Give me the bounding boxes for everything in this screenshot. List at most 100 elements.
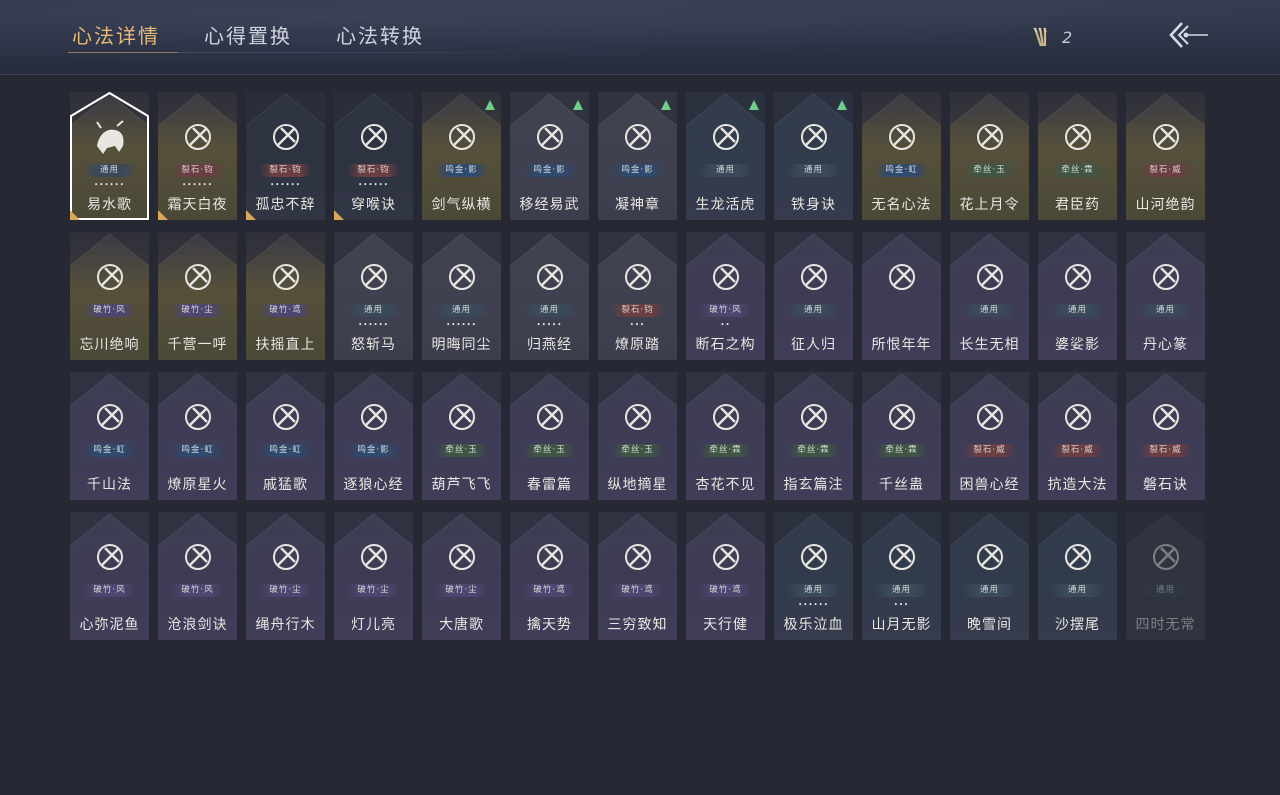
school-badge: 破竹·尘 — [171, 304, 224, 317]
xinfa-card[interactable]: 裂石·威 抗造大法 — [1038, 372, 1117, 500]
school-badge: 牵丝·玉 — [611, 444, 664, 457]
school-badge: 破竹·风 — [83, 584, 136, 597]
school-badge: 牵丝·霖 — [787, 444, 840, 457]
school-badge: 破竹·鸢 — [259, 304, 312, 317]
school-badge: 通用 — [787, 164, 840, 177]
xinfa-card[interactable]: 破竹·鸢 扶摇直上 — [246, 232, 325, 360]
swallow-icon — [537, 264, 563, 290]
card-name: 孤忠不辞 — [255, 197, 316, 213]
xinfa-card[interactable]: 破竹·鸢 三穷致知 — [598, 512, 677, 640]
card-name: 沧浪剑诀 — [167, 617, 228, 633]
card-name: 凝神章 — [615, 197, 660, 213]
xinfa-card[interactable]: 裂石·钧 •••••• 霜天白夜 — [158, 92, 237, 220]
school-badge: 通用 — [435, 304, 488, 317]
rank-dots: ••• — [629, 321, 646, 329]
xinfa-card[interactable]: 通用 征人归 — [774, 232, 853, 360]
xinfa-card[interactable]: 裂石·钧 ••• 燎原踏 — [598, 232, 677, 360]
lock-seal-icon — [1153, 544, 1179, 570]
xinfa-card[interactable]: 牵丝·霖 指玄篇注 — [774, 372, 853, 500]
school-badge: 牵丝·霖 — [1051, 164, 1104, 177]
xinfa-card[interactable]: 通用 •••••• 易水歌 — [70, 92, 149, 220]
xinfa-card[interactable]: 裂石·威 山河绝韵 — [1126, 92, 1205, 220]
rank-dots: •••••• — [358, 321, 389, 329]
xinfa-card[interactable]: 通用 •••••• 明晦同尘 — [422, 232, 501, 360]
xinfa-card-grid: 通用 •••••• 易水歌 裂石·钧 •••••• 霜天白夜 裂石·钧 •••••• 孤忠不… — [70, 92, 1205, 640]
school-badge: 鸣金·虹 — [875, 164, 928, 177]
school-badge: 破竹·尘 — [259, 584, 312, 597]
school-badge: 裂石·钧 — [347, 164, 400, 177]
xinfa-card[interactable]: 裂石·威 磐石诀 — [1126, 372, 1205, 500]
xinfa-card[interactable]: 鸣金·虹 燎原星火 — [158, 372, 237, 500]
card-name: 明晦同尘 — [431, 337, 492, 353]
mask-icon — [97, 264, 123, 290]
upgrade-available-icon — [573, 100, 583, 110]
xinfa-card[interactable]: 鸣金·影 剑气纵横 — [422, 92, 501, 220]
xinfa-card[interactable]: 通用 婆娑影 — [1038, 232, 1117, 360]
xinfa-card[interactable]: 牵丝·霖 杏花不见 — [686, 372, 765, 500]
blade-icon — [361, 264, 387, 290]
armor-icon — [537, 124, 563, 150]
swirl-sword-icon — [449, 124, 475, 150]
xinfa-card[interactable]: 通用 铁身诀 — [774, 92, 853, 220]
xinfa-card[interactable]: 破竹·尘绳舟行木 — [246, 512, 325, 640]
xinfa-card[interactable]: 裂石·钧 •••••• 孤忠不辞 — [246, 92, 325, 220]
xinfa-card[interactable]: 破竹·鸢 擒天势 — [510, 512, 589, 640]
xinfa-card[interactable]: 破竹·鸢 天行健 — [686, 512, 765, 640]
statue-icon — [977, 264, 1003, 290]
xinfa-card[interactable]: 破竹·尘 千营一呼 — [158, 232, 237, 360]
card-name: 忘川绝响 — [79, 337, 140, 353]
xinfa-card[interactable]: 通用 晚雪间 — [950, 512, 1029, 640]
card-name: 绳舟行木 — [255, 617, 316, 633]
blossom-icon — [713, 404, 739, 430]
xinfa-card[interactable]: 通用 四时无常 — [1126, 512, 1205, 640]
card-name: 霜天白夜 — [167, 197, 228, 213]
school-badge: 破竹·风 — [171, 584, 224, 597]
back-button[interactable] — [1166, 20, 1210, 50]
card-name: 杏花不见 — [695, 477, 756, 493]
bell-icon — [1065, 404, 1091, 430]
card-name: 燎原星火 — [167, 477, 228, 493]
rank-dots: •••••• — [798, 601, 829, 609]
xinfa-card[interactable]: 牵丝·玉 春雷篇 — [510, 372, 589, 500]
xinfa-card[interactable]: 鸣金·虹 戚猛歌 — [246, 372, 325, 500]
xinfa-card[interactable]: 通用 •••••• 极乐泣血 — [774, 512, 853, 640]
xinfa-card[interactable]: 通用 ••• 山月无影 — [862, 512, 941, 640]
school-badge: 鸣金·虹 — [83, 444, 136, 457]
xinfa-card[interactable]: 破竹·风 •• 断石之构 — [686, 232, 765, 360]
xinfa-card[interactable]: 通用 •••••• 怒斩马 — [334, 232, 413, 360]
school-badge: 通用 — [1139, 304, 1192, 317]
star-figure-icon — [625, 404, 651, 430]
xinfa-card[interactable]: 破竹·风 忘川绝响 — [70, 232, 149, 360]
slash-icon — [801, 544, 827, 570]
corner-mark-icon — [70, 210, 80, 220]
claw-slash-icon — [889, 544, 915, 570]
xinfa-card[interactable]: 鸣金·影 凝神章 — [598, 92, 677, 220]
xinfa-card[interactable]: 鸣金·虹 千山法 — [70, 372, 149, 500]
xinfa-card[interactable]: 牵丝·霖 千丝蛊 — [862, 372, 941, 500]
xinfa-card[interactable]: 破竹·尘 灯儿亮 — [334, 512, 413, 640]
upgrade-available-icon — [485, 100, 495, 110]
xinfa-card[interactable]: 鸣金·影 逐狼心经 — [334, 372, 413, 500]
xinfa-card[interactable]: 鸣金·影 移经易武 — [510, 92, 589, 220]
xinfa-card[interactable]: 破竹·风 心弥泥鱼 — [70, 512, 149, 640]
xinfa-card[interactable]: 通用 丹心篆 — [1126, 232, 1205, 360]
xinfa-card[interactable]: 牵丝·霖 君臣药 — [1038, 92, 1117, 220]
xinfa-card[interactable]: 通用 生龙活虎 — [686, 92, 765, 220]
xinfa-card[interactable]: 所恨年年 — [862, 232, 941, 360]
xinfa-card[interactable]: 通用 沙摆尾 — [1038, 512, 1117, 640]
school-badge: 破竹·鸢 — [523, 584, 576, 597]
xinfa-card[interactable]: 牵丝·玉 花上月令 — [950, 92, 1029, 220]
xinfa-card[interactable]: 破竹·尘 大唐歌 — [422, 512, 501, 640]
school-badge: 裂石·钧 — [171, 164, 224, 177]
xinfa-card[interactable]: 破竹·风沧浪剑诀 — [158, 512, 237, 640]
xinfa-card[interactable]: 裂石·威 困兽心经 — [950, 372, 1029, 500]
card-name: 无名心法 — [871, 197, 932, 213]
xinfa-card[interactable]: 通用 ••••• 归燕经 — [510, 232, 589, 360]
xinfa-card[interactable]: 鸣金·虹无名心法 — [862, 92, 941, 220]
xinfa-card[interactable]: 裂石·钧 •••••• 穿喉诀 — [334, 92, 413, 220]
xinfa-card[interactable]: 牵丝·玉 纵地摘星 — [598, 372, 677, 500]
xinfa-card[interactable]: 牵丝·玉 葫芦飞飞 — [422, 372, 501, 500]
card-name: 大唐歌 — [439, 617, 484, 633]
xinfa-card[interactable]: 通用 长生无相 — [950, 232, 1029, 360]
upgrade-available-icon — [661, 100, 671, 110]
